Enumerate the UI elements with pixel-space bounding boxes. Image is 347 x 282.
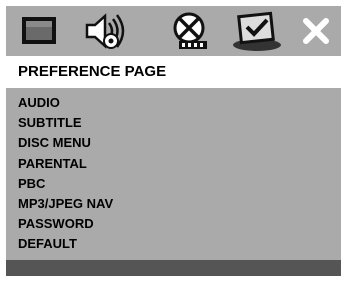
menu-item-disc-menu[interactable]: DISC MENU: [6, 133, 341, 153]
osd-screen: PREFERENCE PAGE AUDIO SUBTITLE DISC MENU…: [0, 0, 347, 282]
page-title: PREFERENCE PAGE: [6, 56, 341, 88]
menu-item-pbc[interactable]: PBC: [6, 174, 341, 194]
exit-icon[interactable]: [296, 10, 336, 52]
setup-icon-bar: [6, 6, 341, 56]
status-bar: [6, 260, 341, 276]
audio-setup-page-icon[interactable]: [79, 10, 135, 52]
preference-page-icon[interactable]: [229, 10, 285, 52]
menu-item-default[interactable]: DEFAULT: [6, 234, 341, 254]
preference-menu: AUDIO SUBTITLE DISC MENU PARENTAL PBC MP…: [6, 93, 341, 255]
menu-item-parental[interactable]: PARENTAL: [6, 154, 341, 174]
menu-item-subtitle[interactable]: SUBTITLE: [6, 113, 341, 133]
menu-item-mp3-jpeg-nav[interactable]: MP3/JPEG NAV: [6, 194, 341, 214]
menu-item-audio[interactable]: AUDIO: [6, 93, 341, 113]
setup-menu-panel: PREFERENCE PAGE AUDIO SUBTITLE DISC MENU…: [6, 6, 341, 276]
video-setup-page-icon[interactable]: [166, 10, 216, 52]
menu-item-password[interactable]: PASSWORD: [6, 214, 341, 234]
general-setup-page-icon[interactable]: [16, 10, 62, 52]
